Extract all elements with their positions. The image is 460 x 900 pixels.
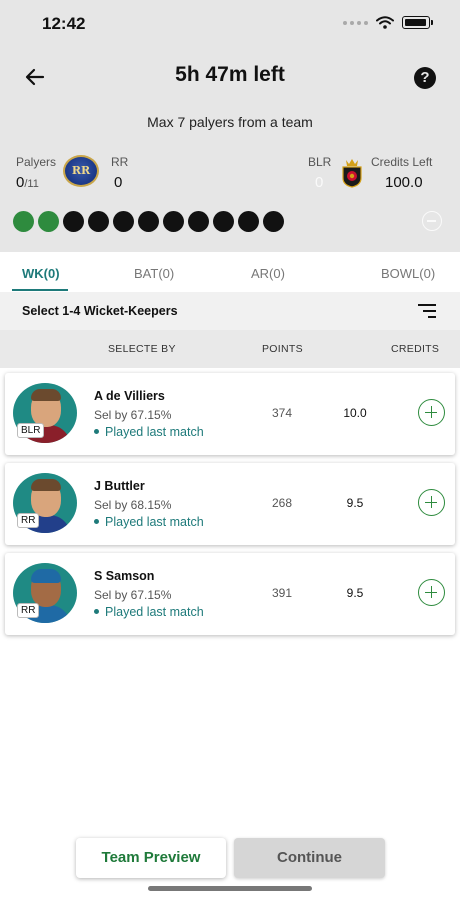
status-icons bbox=[343, 16, 433, 29]
tab-bowl[interactable]: BOWL(0) bbox=[381, 266, 435, 281]
minus-circle-icon[interactable] bbox=[422, 211, 442, 231]
progress-dot bbox=[138, 211, 159, 232]
player-name: S Samson bbox=[94, 569, 155, 583]
team-left-count: 0 bbox=[114, 174, 123, 191]
selection-instruction: Select 1-4 Wicket-Keepers bbox=[22, 304, 178, 318]
column-headers: SELECTE BY POINTS CREDITS bbox=[0, 330, 460, 368]
player-selected-by: Sel by 67.15% bbox=[94, 408, 172, 422]
progress-dot-filled bbox=[13, 211, 34, 232]
signal-icon bbox=[343, 20, 368, 25]
column-points: POINTS bbox=[262, 343, 303, 355]
battery-icon bbox=[402, 16, 433, 29]
player-team-tag: RR bbox=[17, 513, 40, 528]
blr-team-logo bbox=[342, 159, 362, 188]
players-count: 0/11 bbox=[16, 174, 39, 191]
role-tabs: WK(0) BAT(0) AR(0) BOWL(0) bbox=[0, 252, 460, 292]
player-card[interactable]: RR S Samson Sel by 67.15% Played last ma… bbox=[5, 553, 455, 635]
team-preview-button[interactable]: Team Preview bbox=[76, 838, 226, 878]
player-credits: 9.5 bbox=[346, 586, 364, 600]
add-player-icon[interactable] bbox=[418, 489, 445, 516]
team-limit-note: Max 7 palyers from a team bbox=[147, 114, 313, 130]
progress-dot bbox=[163, 211, 184, 232]
player-credits: 10.0 bbox=[343, 406, 367, 420]
status-time: 12:42 bbox=[42, 14, 86, 33]
tab-wk[interactable]: WK(0) bbox=[22, 266, 60, 281]
player-played-status: Played last match bbox=[94, 425, 204, 439]
tab-bat[interactable]: BAT(0) bbox=[134, 266, 174, 281]
progress-dot bbox=[88, 211, 109, 232]
player-card[interactable]: BLR A de Villiers Sel by 67.15% Played l… bbox=[5, 373, 455, 455]
page-title: 5h 47m left bbox=[175, 63, 285, 86]
progress-dot bbox=[113, 211, 134, 232]
progress-dot bbox=[188, 211, 209, 232]
selection-progress bbox=[13, 211, 284, 232]
player-points: 268 bbox=[271, 496, 293, 510]
help-icon[interactable]: ? bbox=[414, 67, 436, 89]
sort-lines-icon[interactable] bbox=[418, 304, 436, 318]
team-left-name: RR bbox=[111, 155, 129, 169]
player-points: 391 bbox=[271, 586, 293, 600]
selection-instruction-bar: Select 1-4 Wicket-Keepers bbox=[0, 292, 460, 330]
wifi-icon bbox=[376, 16, 394, 29]
progress-dot bbox=[63, 211, 84, 232]
players-max: /11 bbox=[24, 178, 39, 190]
status-bar: 12:42 bbox=[0, 0, 460, 46]
column-selected-by: SELECTE BY bbox=[108, 343, 176, 355]
active-tab-indicator bbox=[12, 289, 68, 291]
player-team-tag: BLR bbox=[17, 423, 45, 438]
player-points: 374 bbox=[271, 406, 293, 420]
progress-dot bbox=[238, 211, 259, 232]
rr-team-logo: RR bbox=[63, 155, 99, 187]
column-credits: CREDITS bbox=[391, 343, 440, 355]
home-indicator[interactable] bbox=[148, 886, 312, 891]
player-selected-by: Sel by 67.15% bbox=[94, 588, 172, 602]
add-player-icon[interactable] bbox=[418, 399, 445, 426]
player-name: J Buttler bbox=[94, 479, 145, 493]
player-selected-by: Sel by 68.15% bbox=[94, 498, 172, 512]
credits-label: Credits Left bbox=[371, 155, 433, 169]
team-right-count: 0 bbox=[315, 174, 324, 191]
player-credits: 9.5 bbox=[346, 496, 364, 510]
player-played-status: Played last match bbox=[94, 515, 204, 529]
continue-button[interactable]: Continue bbox=[234, 838, 385, 878]
player-card[interactable]: RR J Buttler Sel by 68.15% Played last m… bbox=[5, 463, 455, 545]
add-player-icon[interactable] bbox=[418, 579, 445, 606]
progress-dot bbox=[213, 211, 234, 232]
credits-value: 100.0 bbox=[385, 174, 423, 191]
player-name: A de Villiers bbox=[94, 389, 165, 403]
player-played-status: Played last match bbox=[94, 605, 204, 619]
progress-dot bbox=[263, 211, 284, 232]
header-area: 12:42 5h 47m left ? Max 7 palyers from a… bbox=[0, 0, 460, 252]
team-right-name: BLR bbox=[308, 155, 332, 169]
tab-ar[interactable]: AR(0) bbox=[251, 266, 285, 281]
player-team-tag: RR bbox=[17, 603, 40, 618]
players-label: Palyers bbox=[16, 155, 57, 169]
progress-dot-filled bbox=[38, 211, 59, 232]
